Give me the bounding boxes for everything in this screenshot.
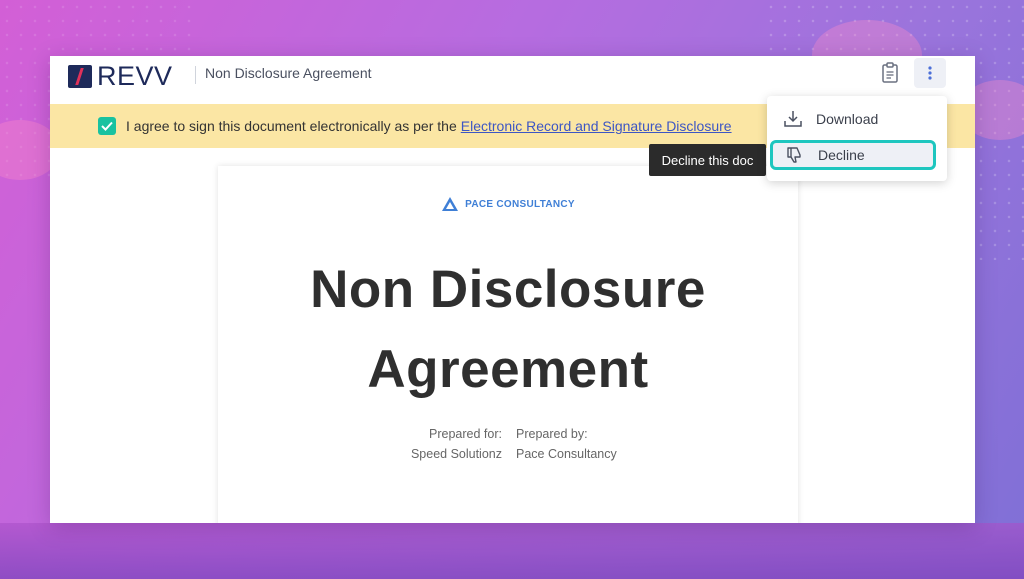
prepared-by-block: Prepared by: Pace Consultancy [516,424,617,464]
document-title: Non Disclosure Agreement [205,65,372,81]
options-menu: Download Decline [767,96,947,181]
menu-item-download[interactable]: Download [767,102,947,136]
menu-item-download-label: Download [816,111,879,127]
checkmark-icon [101,121,113,131]
background-band [0,523,1024,579]
document-page: PACE CONSULTANCY Non Disclosure Agreement… [218,166,798,523]
clipboard-icon[interactable] [880,62,900,84]
prepared-by-value: Pace Consultancy [516,447,617,461]
revv-logo-text: REVV [97,61,173,91]
company-name: PACE CONSULTANCY [465,198,575,210]
menu-item-decline-label: Decline [818,147,865,163]
thumbs-down-icon [787,147,801,163]
revv-logo[interactable]: REVV [68,61,173,92]
download-icon [784,111,802,127]
prepared-for-label: Prepared for: [429,427,502,441]
document-heading: Non Disclosure Agreement [310,260,706,399]
prepared-for-value: Speed Solutionz [410,447,502,461]
menu-item-decline[interactable]: Decline [770,140,936,170]
prepared-by-label: Prepared by: [516,427,588,441]
disclosure-link[interactable]: Electronic Record and Signature Disclosu… [461,118,732,134]
revv-logo-mark [68,65,92,88]
decline-tooltip: Decline this doc [649,144,766,176]
consent-checkbox[interactable] [98,117,116,135]
company-logo-icon [442,197,459,211]
title-divider [195,66,196,84]
consent-text: I agree to sign this document electronic… [126,118,457,134]
more-options-button[interactable] [914,58,946,88]
kebab-menu-icon [928,66,932,80]
prepared-for-block: Prepared for: Speed Solutionz [411,424,502,464]
company-header: PACE CONSULTANCY [218,196,798,212]
